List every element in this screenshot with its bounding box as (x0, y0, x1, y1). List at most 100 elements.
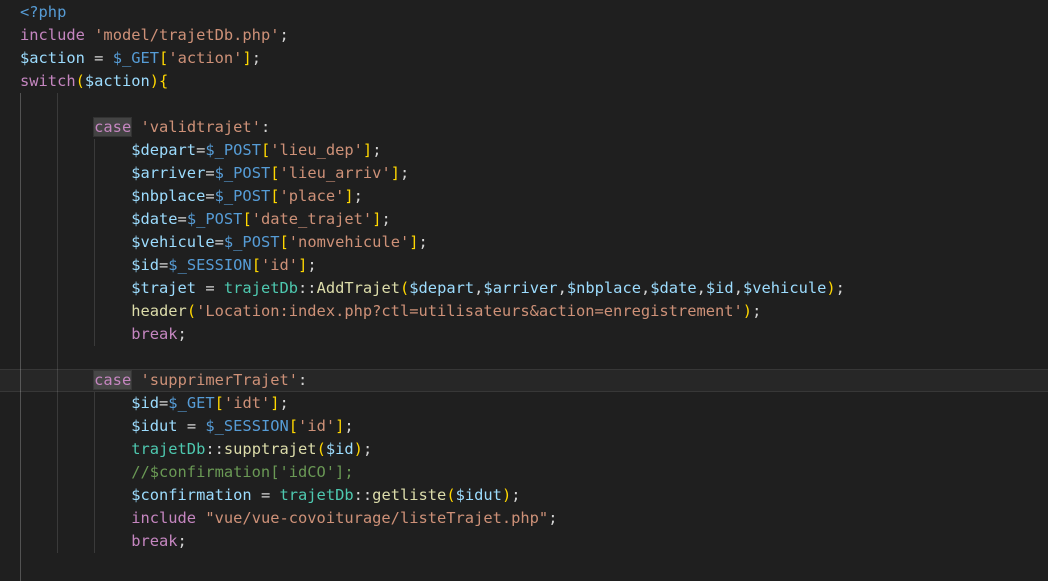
token-op: :: (205, 440, 224, 458)
token-var: $arriver (131, 164, 205, 182)
token-var: $trajet (131, 279, 196, 297)
code-line[interactable]: break; (0, 530, 1048, 553)
token-str: 'id' (298, 417, 335, 435)
token-br: [ (215, 394, 224, 412)
token-var: $date (131, 210, 177, 228)
code-line[interactable]: $vehicule=$_POST['nomvehicule']; (0, 231, 1048, 254)
token-txt (20, 210, 131, 228)
token-txt (20, 440, 131, 458)
token-sg: $_POST (205, 141, 261, 159)
token-op: , (697, 279, 706, 297)
token-sg: $_SESSION (168, 256, 251, 274)
token-cls: trajetDb (131, 440, 205, 458)
token-sg: $_POST (215, 187, 271, 205)
token-br: ] (270, 394, 279, 412)
token-str: 'lieu_arriv' (280, 164, 391, 182)
token-var: $id (131, 394, 159, 412)
token-br: [ (289, 417, 298, 435)
token-op: ; (548, 509, 557, 527)
token-tag: <?php (20, 3, 66, 21)
token-op: = (178, 210, 187, 228)
token-cmt: //$confirmation['idCO']; (131, 463, 353, 481)
token-var: $action (20, 49, 85, 67)
token-op: ; (419, 233, 428, 251)
token-sg: $_POST (215, 164, 271, 182)
token-str: 'action' (168, 49, 242, 67)
code-line[interactable]: $id=$_SESSION['id']; (0, 254, 1048, 277)
code-line[interactable]: <?php (0, 1, 1048, 24)
code-line[interactable] (0, 346, 1048, 369)
token-op: ; (372, 141, 381, 159)
code-line[interactable]: $confirmation = trajetDb::getliste($idut… (0, 484, 1048, 507)
code-line[interactable]: $depart=$_POST['lieu_dep']; (0, 139, 1048, 162)
code-line[interactable]: $id=$_GET['idt']; (0, 392, 1048, 415)
code-line[interactable]: //$confirmation['idCO']; (0, 461, 1048, 484)
code-line[interactable]: $nbplace=$_POST['place']; (0, 185, 1048, 208)
token-fn: supptrajet (224, 440, 317, 458)
code-line[interactable]: $date=$_POST['date_trajet']; (0, 208, 1048, 231)
token-txt (20, 118, 94, 136)
code-line[interactable]: case 'validtrajet': (0, 116, 1048, 139)
code-line[interactable]: $trajet = trajetDb::AddTrajet($depart,$a… (0, 277, 1048, 300)
token-txt (20, 187, 131, 205)
token-txt (20, 463, 131, 481)
token-var: $id (706, 279, 734, 297)
token-var: $idut (131, 417, 177, 435)
token-op: : (298, 371, 307, 389)
token-var: $id (131, 256, 159, 274)
token-br: ] (242, 49, 251, 67)
token-op: ; (279, 26, 288, 44)
token-cls: trajetDb (279, 486, 353, 504)
token-br: ) (826, 279, 835, 297)
php-code-editor[interactable]: <?phpinclude 'model/trajetDb.php';$actio… (0, 0, 1048, 581)
token-var: $idut (456, 486, 502, 504)
token-op: ; (381, 210, 390, 228)
token-br: { (159, 72, 168, 90)
token-op: , (558, 279, 567, 297)
code-line[interactable]: include "vue/vue-covoiturage/listeTrajet… (0, 507, 1048, 530)
token-kw-highlighted: case (94, 371, 131, 389)
token-op: :: (298, 279, 317, 297)
code-line[interactable]: header('Location:index.php?ctl=utilisate… (0, 300, 1048, 323)
token-txt (131, 118, 140, 136)
token-br: ] (391, 164, 400, 182)
token-br: ) (502, 486, 511, 504)
token-txt (20, 302, 131, 320)
token-op: = (205, 187, 214, 205)
token-str: "vue/vue-covoiturage/listeTrajet.php" (205, 509, 548, 527)
token-op: ; (836, 279, 845, 297)
token-str: 'supprimerTrajet' (141, 371, 299, 389)
token-var: $id (326, 440, 354, 458)
code-line[interactable]: $idut = $_SESSION['id']; (0, 415, 1048, 438)
token-str: 'lieu_dep' (270, 141, 363, 159)
code-line[interactable]: $arriver=$_POST['lieu_arriv']; (0, 162, 1048, 185)
token-txt (20, 509, 131, 527)
code-line[interactable]: break; (0, 323, 1048, 346)
token-var: $vehicule (131, 233, 214, 251)
token-br: ( (400, 279, 409, 297)
token-br: ) (743, 302, 752, 320)
token-br: ( (187, 302, 196, 320)
code-line[interactable]: trajetDb::supptrajet($id); (0, 438, 1048, 461)
code-line[interactable]: switch($action){ (0, 70, 1048, 93)
code-line[interactable]: $action = $_GET['action']; (0, 47, 1048, 70)
token-kw: include (131, 509, 196, 527)
token-str: 'validtrajet' (141, 118, 261, 136)
token-op: , (641, 279, 650, 297)
token-kw: break (131, 325, 177, 343)
token-op: = (215, 233, 224, 251)
code-line[interactable]: include 'model/trajetDb.php'; (0, 24, 1048, 47)
token-fn: getliste (372, 486, 446, 504)
token-op: = (196, 141, 205, 159)
code-line[interactable] (0, 93, 1048, 116)
token-txt (20, 279, 131, 297)
token-txt (20, 141, 131, 159)
token-br: ] (409, 233, 418, 251)
code-line-current[interactable]: case 'supprimerTrajet': (0, 369, 1048, 392)
token-op: = (252, 486, 280, 504)
token-op: = (205, 164, 214, 182)
token-op: ; (511, 486, 520, 504)
token-br: ( (76, 72, 85, 90)
token-txt (20, 371, 94, 389)
token-op: ; (252, 49, 261, 67)
